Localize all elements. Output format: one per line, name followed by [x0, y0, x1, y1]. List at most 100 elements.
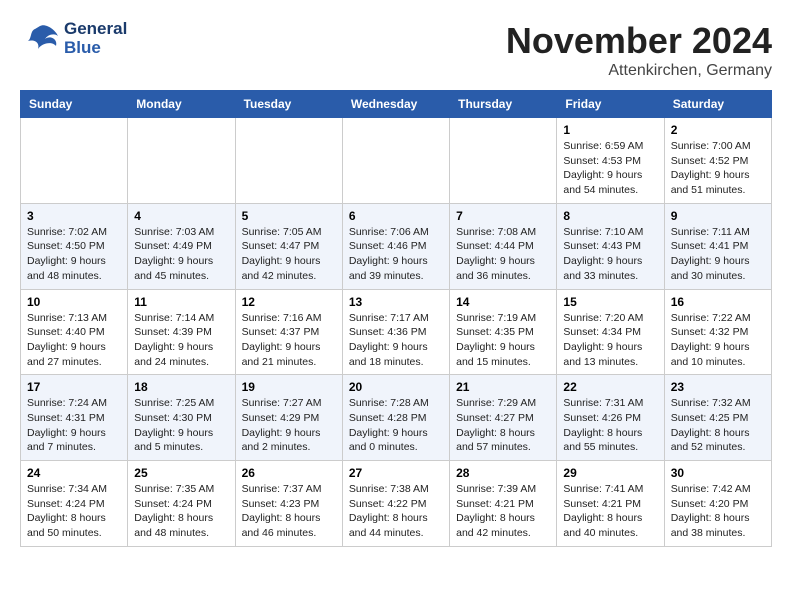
day-number: 6 [349, 209, 443, 223]
column-header-thursday: Thursday [450, 91, 557, 118]
day-number: 20 [349, 380, 443, 394]
day-info: Sunrise: 7:03 AMSunset: 4:49 PMDaylight:… [134, 225, 228, 284]
calendar-cell: 22 Sunrise: 7:31 AMSunset: 4:26 PMDayligh… [557, 375, 664, 461]
calendar-cell: 28 Sunrise: 7:39 AMSunset: 4:21 PMDayligh… [450, 461, 557, 547]
day-info: Sunrise: 7:00 AMSunset: 4:52 PMDaylight:… [671, 139, 765, 198]
title-block: November 2024 Attenkirchen, Germany [506, 20, 772, 80]
day-number: 22 [563, 380, 657, 394]
day-number: 29 [563, 466, 657, 480]
calendar-cell: 20 Sunrise: 7:28 AMSunset: 4:28 PMDayligh… [342, 375, 449, 461]
day-info: Sunrise: 7:42 AMSunset: 4:20 PMDaylight:… [671, 482, 765, 541]
calendar-cell: 1Sunrise: 6:59 AMSunset: 4:53 PMDaylight… [557, 118, 664, 204]
day-info: Sunrise: 7:05 AMSunset: 4:47 PMDaylight:… [242, 225, 336, 284]
calendar-cell: 30 Sunrise: 7:42 AMSunset: 4:20 PMDayligh… [664, 461, 771, 547]
day-number: 19 [242, 380, 336, 394]
calendar-cell [450, 118, 557, 204]
day-info: Sunrise: 7:10 AMSunset: 4:43 PMDaylight:… [563, 225, 657, 284]
calendar-week-row: 1Sunrise: 6:59 AMSunset: 4:53 PMDaylight… [21, 118, 772, 204]
calendar-cell: 15Sunrise: 7:20 AMSunset: 4:34 PMDayligh… [557, 289, 664, 375]
day-number: 28 [456, 466, 550, 480]
day-info: Sunrise: 7:16 AMSunset: 4:37 PMDaylight:… [242, 311, 336, 370]
day-number: 10 [27, 295, 121, 309]
day-number: 13 [349, 295, 443, 309]
column-header-wednesday: Wednesday [342, 91, 449, 118]
day-info: Sunrise: 7:32 AMSunset: 4:25 PMDaylight:… [671, 396, 765, 455]
calendar-cell: 5 Sunrise: 7:05 AMSunset: 4:47 PMDaylight… [235, 203, 342, 289]
column-header-tuesday: Tuesday [235, 91, 342, 118]
calendar-header-row: SundayMondayTuesdayWednesdayThursdayFrid… [21, 91, 772, 118]
calendar-cell: 6 Sunrise: 7:06 AMSunset: 4:46 PMDaylight… [342, 203, 449, 289]
calendar-cell: 7 Sunrise: 7:08 AMSunset: 4:44 PMDaylight… [450, 203, 557, 289]
calendar-cell: 18 Sunrise: 7:25 AMSunset: 4:30 PMDayligh… [128, 375, 235, 461]
day-number: 15 [563, 295, 657, 309]
column-header-saturday: Saturday [664, 91, 771, 118]
calendar-cell: 29 Sunrise: 7:41 AMSunset: 4:21 PMDayligh… [557, 461, 664, 547]
logo-text: General Blue [64, 20, 127, 57]
calendar-cell: 11Sunrise: 7:14 AMSunset: 4:39 PMDayligh… [128, 289, 235, 375]
day-info: Sunrise: 7:35 AMSunset: 4:24 PMDaylight:… [134, 482, 228, 541]
calendar-cell: 10 Sunrise: 7:13 AMSunset: 4:40 PMDayligh… [21, 289, 128, 375]
day-info: Sunrise: 7:27 AMSunset: 4:29 PMDaylight:… [242, 396, 336, 455]
calendar-cell: 9Sunrise: 7:11 AMSunset: 4:41 PMDaylight… [664, 203, 771, 289]
calendar-cell: 2 Sunrise: 7:00 AMSunset: 4:52 PMDaylight… [664, 118, 771, 204]
day-number: 27 [349, 466, 443, 480]
calendar-cell [235, 118, 342, 204]
day-number: 3 [27, 209, 121, 223]
day-number: 26 [242, 466, 336, 480]
day-number: 5 [242, 209, 336, 223]
calendar-week-row: 24Sunrise: 7:34 AMSunset: 4:24 PMDayligh… [21, 461, 772, 547]
calendar-table: SundayMondayTuesdayWednesdayThursdayFrid… [20, 90, 772, 547]
day-number: 21 [456, 380, 550, 394]
logo-icon [20, 21, 60, 56]
calendar-cell [21, 118, 128, 204]
calendar-cell: 4 Sunrise: 7:03 AMSunset: 4:49 PMDaylight… [128, 203, 235, 289]
day-info: Sunrise: 7:39 AMSunset: 4:21 PMDaylight:… [456, 482, 550, 541]
calendar-cell: 24Sunrise: 7:34 AMSunset: 4:24 PMDayligh… [21, 461, 128, 547]
day-info: Sunrise: 7:37 AMSunset: 4:23 PMDaylight:… [242, 482, 336, 541]
day-number: 11 [134, 295, 228, 309]
page-header: General Blue November 2024 Attenkirchen,… [20, 20, 772, 80]
calendar-cell: 3 Sunrise: 7:02 AMSunset: 4:50 PMDaylight… [21, 203, 128, 289]
day-number: 18 [134, 380, 228, 394]
logo: General Blue [20, 20, 127, 57]
day-info: Sunrise: 7:29 AMSunset: 4:27 PMDaylight:… [456, 396, 550, 455]
day-number: 2 [671, 123, 765, 137]
calendar-week-row: 10 Sunrise: 7:13 AMSunset: 4:40 PMDayligh… [21, 289, 772, 375]
calendar-cell: 12 Sunrise: 7:16 AMSunset: 4:37 PMDayligh… [235, 289, 342, 375]
day-info: Sunrise: 7:28 AMSunset: 4:28 PMDaylight:… [349, 396, 443, 455]
calendar-cell: 13 Sunrise: 7:17 AMSunset: 4:36 PMDayligh… [342, 289, 449, 375]
day-number: 8 [563, 209, 657, 223]
day-info: Sunrise: 7:06 AMSunset: 4:46 PMDaylight:… [349, 225, 443, 284]
day-number: 25 [134, 466, 228, 480]
day-number: 30 [671, 466, 765, 480]
day-info: Sunrise: 6:59 AMSunset: 4:53 PMDaylight:… [563, 139, 657, 198]
day-info: Sunrise: 7:41 AMSunset: 4:21 PMDaylight:… [563, 482, 657, 541]
day-info: Sunrise: 7:19 AMSunset: 4:35 PMDaylight:… [456, 311, 550, 370]
day-number: 12 [242, 295, 336, 309]
day-info: Sunrise: 7:25 AMSunset: 4:30 PMDaylight:… [134, 396, 228, 455]
calendar-cell: 16 Sunrise: 7:22 AMSunset: 4:32 PMDayligh… [664, 289, 771, 375]
column-header-friday: Friday [557, 91, 664, 118]
day-number: 4 [134, 209, 228, 223]
day-info: Sunrise: 7:11 AMSunset: 4:41 PMDaylight:… [671, 225, 765, 284]
calendar-cell: 23 Sunrise: 7:32 AMSunset: 4:25 PMDayligh… [664, 375, 771, 461]
calendar-cell: 25 Sunrise: 7:35 AMSunset: 4:24 PMDayligh… [128, 461, 235, 547]
month-title: November 2024 [506, 20, 772, 62]
calendar-cell: 17Sunrise: 7:24 AMSunset: 4:31 PMDayligh… [21, 375, 128, 461]
day-info: Sunrise: 7:02 AMSunset: 4:50 PMDaylight:… [27, 225, 121, 284]
day-number: 7 [456, 209, 550, 223]
day-info: Sunrise: 7:08 AMSunset: 4:44 PMDaylight:… [456, 225, 550, 284]
day-number: 16 [671, 295, 765, 309]
day-info: Sunrise: 7:31 AMSunset: 4:26 PMDaylight:… [563, 396, 657, 455]
column-header-monday: Monday [128, 91, 235, 118]
day-info: Sunrise: 7:22 AMSunset: 4:32 PMDaylight:… [671, 311, 765, 370]
calendar-week-row: 17Sunrise: 7:24 AMSunset: 4:31 PMDayligh… [21, 375, 772, 461]
calendar-week-row: 3 Sunrise: 7:02 AMSunset: 4:50 PMDaylight… [21, 203, 772, 289]
day-number: 23 [671, 380, 765, 394]
day-number: 17 [27, 380, 121, 394]
calendar-cell: 26 Sunrise: 7:37 AMSunset: 4:23 PMDayligh… [235, 461, 342, 547]
day-info: Sunrise: 7:13 AMSunset: 4:40 PMDaylight:… [27, 311, 121, 370]
day-number: 14 [456, 295, 550, 309]
calendar-cell: 14 Sunrise: 7:19 AMSunset: 4:35 PMDayligh… [450, 289, 557, 375]
day-info: Sunrise: 7:17 AMSunset: 4:36 PMDaylight:… [349, 311, 443, 370]
